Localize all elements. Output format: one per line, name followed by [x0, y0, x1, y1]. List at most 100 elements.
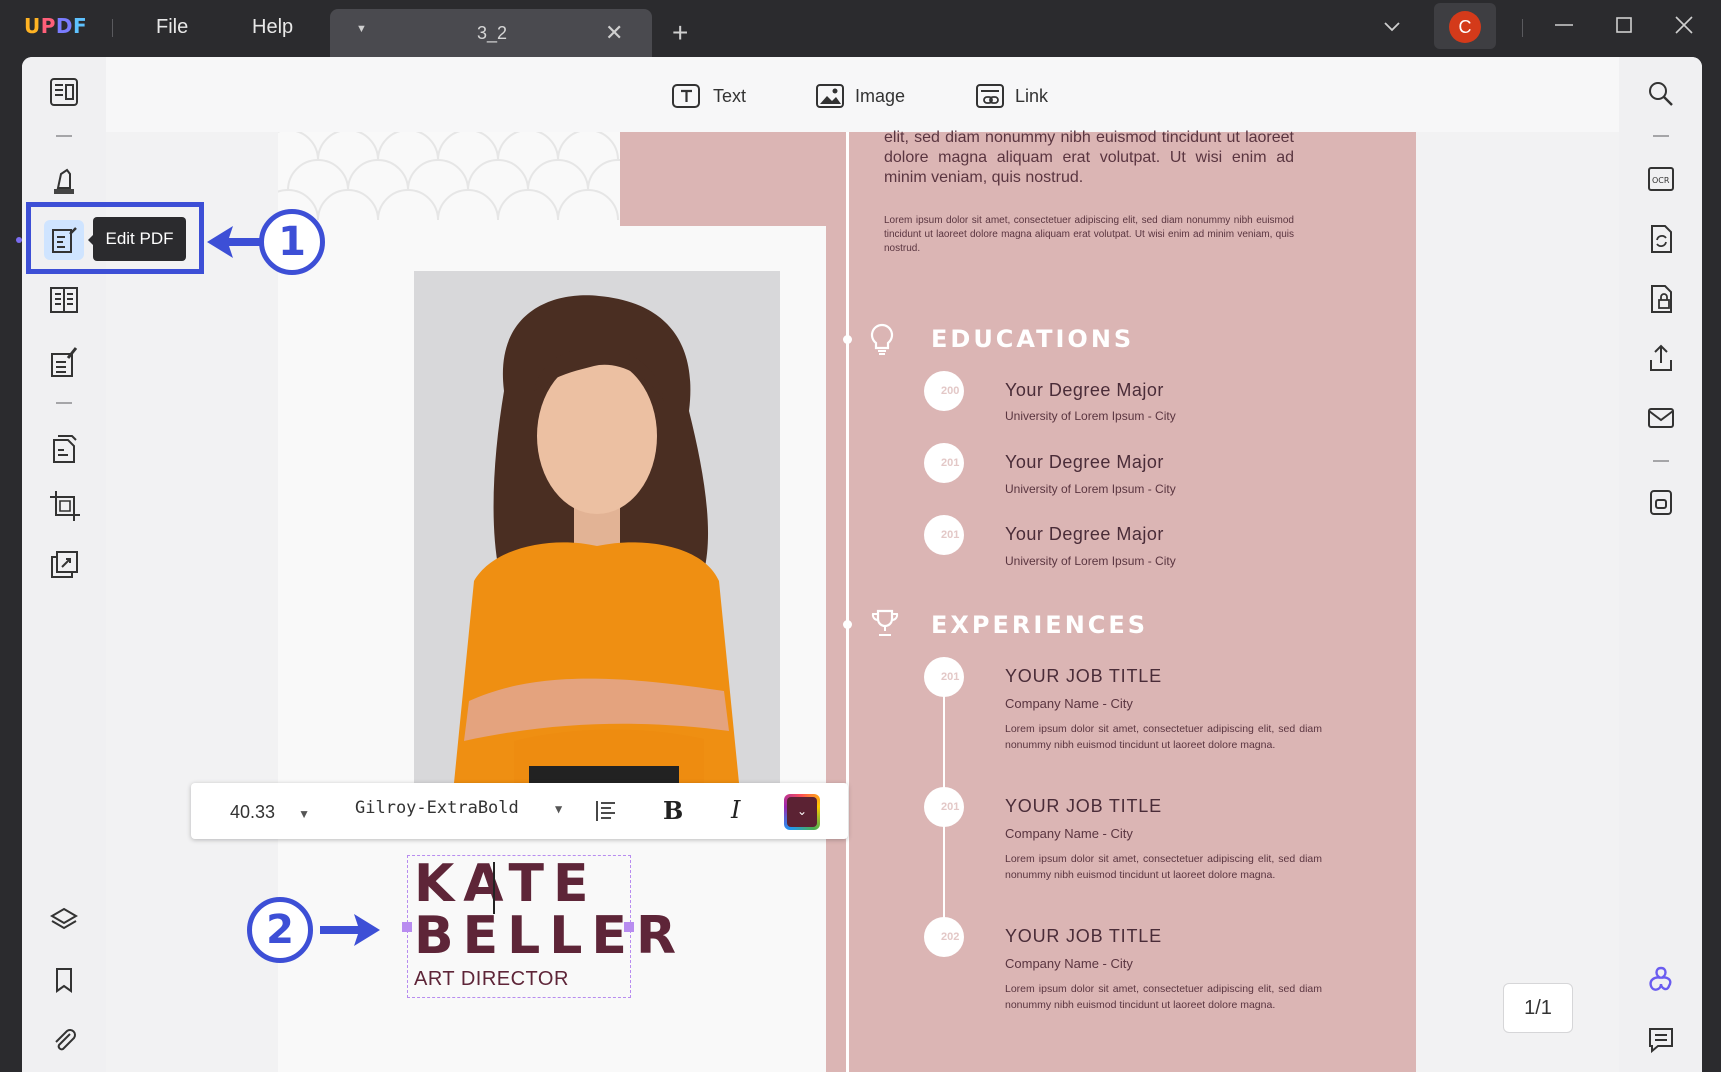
new-tab-button[interactable]: + — [672, 17, 688, 49]
experience-year: 201 — [924, 787, 964, 827]
right-sidebar — [1619, 57, 1702, 1072]
share-icon[interactable] — [1641, 338, 1681, 378]
font-family-select[interactable]: Gilroy-ExtraBold ▼ — [355, 798, 562, 818]
job-company: Company Name - City — [1005, 826, 1133, 841]
link-tool-label: Link — [1015, 85, 1049, 106]
education-title: Your Degree Major — [1005, 380, 1164, 400]
add-text-button[interactable]: Text — [671, 80, 746, 112]
intro-paragraph: elit, sed diam nonummy nibh euismod tinc… — [884, 129, 1294, 186]
font-color-picker[interactable]: ⌄ — [784, 794, 820, 830]
font-size-value: 40.33 — [230, 802, 276, 822]
reader-icon[interactable] — [44, 72, 84, 112]
experience-year: 201 — [924, 657, 964, 697]
job-title: YOUR JOB TITLE — [1005, 796, 1162, 816]
active-indicator — [16, 237, 22, 243]
add-link-button[interactable]: Link — [975, 80, 1048, 112]
sidebar-divider — [1653, 460, 1669, 462]
image-tool-icon — [816, 84, 844, 108]
title-separator — [112, 19, 113, 37]
align-left-icon[interactable] — [594, 798, 620, 829]
chevron-down-icon: ⌄ — [787, 797, 817, 827]
job-company: Company Name - City — [1005, 696, 1133, 711]
updf-logo: UPDF — [24, 14, 88, 38]
comment-highlighter-icon[interactable] — [44, 160, 84, 200]
ocr-icon[interactable]: OCR — [1641, 158, 1681, 198]
save-icon[interactable] — [1641, 482, 1681, 522]
search-icon[interactable] — [1641, 74, 1681, 114]
chevron-down-icon[interactable] — [1382, 16, 1402, 41]
education-school: University of Lorem Ipsum - City — [1005, 554, 1176, 568]
job-title: YOUR JOB TITLE — [1005, 666, 1162, 686]
fill-sign-icon[interactable] — [44, 342, 84, 382]
resume-role[interactable]: ART DIRECTOR — [414, 968, 569, 991]
organize-icon[interactable] — [44, 280, 84, 320]
resume-last-name[interactable]: BELLER — [414, 906, 685, 966]
lightbulb-icon — [868, 322, 896, 361]
text-tool-icon — [672, 84, 700, 108]
sidebar-divider — [56, 135, 72, 137]
tab-title: 3_2 — [477, 23, 508, 43]
email-icon[interactable] — [1641, 398, 1681, 438]
job-description: Lorem ipsum dolor sit amet, consectetuer… — [1005, 983, 1322, 1011]
education-school: University of Lorem Ipsum - City — [1005, 482, 1176, 496]
callout-number-1: 1 — [259, 209, 325, 275]
profile-photo[interactable] — [414, 271, 780, 783]
education-title: Your Degree Major — [1005, 524, 1164, 544]
edit-pdf-tooltip: Edit PDF — [93, 217, 186, 261]
link-tool-icon — [976, 84, 1004, 108]
education-year: 201 — [924, 515, 964, 555]
job-title: YOUR JOB TITLE — [1005, 926, 1162, 946]
callout-arrow-icon — [320, 910, 382, 955]
font-family-dropdown-icon[interactable]: ▼ — [555, 802, 562, 816]
font-size-dropdown-icon[interactable]: ▼ — [298, 807, 310, 821]
menu-file[interactable]: File — [156, 16, 188, 39]
educations-heading: EDUCATIONS — [931, 325, 1135, 353]
resume-first-name[interactable]: KATE — [414, 854, 598, 914]
job-company: Company Name - City — [1005, 956, 1133, 971]
pink-header-block — [620, 132, 826, 226]
window-close-icon[interactable] — [1673, 14, 1695, 41]
education-school: University of Lorem Ipsum - City — [1005, 409, 1176, 423]
convert-icon[interactable] — [44, 545, 84, 585]
timeline-dot — [843, 620, 852, 629]
education-year: 200 — [924, 371, 964, 411]
maximize-icon[interactable] — [1613, 14, 1635, 41]
education-year: 201 — [924, 443, 964, 483]
text-cursor — [493, 862, 495, 914]
timeline-divider — [846, 132, 849, 1072]
svg-text:OCR: OCR — [1652, 176, 1670, 185]
bold-button[interactable]: B — [663, 796, 683, 825]
resize-handle-left[interactable] — [402, 922, 412, 932]
font-size-select[interactable]: 40.33 ▼ — [230, 802, 310, 823]
ai-assistant-icon[interactable] — [1641, 960, 1681, 1000]
convert-pdf-icon[interactable] — [1641, 218, 1681, 258]
protect-icon[interactable] — [1641, 278, 1681, 318]
tab-dropdown-icon[interactable]: ▼ — [356, 23, 367, 35]
image-tool-label: Image — [855, 85, 906, 106]
scallop-pattern — [278, 132, 620, 226]
menu-help[interactable]: Help — [252, 16, 293, 39]
italic-button[interactable]: I — [731, 796, 740, 824]
summary-paragraph: Lorem ipsum dolor sit amet, consectetuer… — [884, 215, 1294, 254]
font-family-value: Gilroy-ExtraBold — [355, 798, 519, 818]
job-description: Lorem ipsum dolor sit amet, consectetuer… — [1005, 723, 1322, 751]
trophy-icon — [869, 607, 901, 644]
tab-close-icon[interactable]: ✕ — [605, 20, 623, 46]
comment-panel-icon[interactable] — [1641, 1020, 1681, 1060]
attachment-icon[interactable] — [44, 1020, 84, 1060]
callout-arrow-icon — [205, 222, 261, 267]
bookmark-icon[interactable] — [44, 960, 84, 1000]
page-indicator[interactable]: 1/1 — [1503, 983, 1573, 1033]
add-image-button[interactable]: Image — [815, 80, 905, 112]
layers-icon[interactable] — [44, 900, 84, 940]
sidebar-divider — [56, 402, 72, 404]
experiences-heading: EXPERIENCES — [931, 611, 1149, 639]
pages-icon[interactable] — [44, 428, 84, 468]
user-avatar[interactable]: C — [1449, 11, 1481, 43]
crop-icon[interactable] — [44, 485, 84, 525]
minimize-icon[interactable] — [1553, 14, 1575, 41]
sidebar-divider — [1653, 135, 1669, 137]
education-title: Your Degree Major — [1005, 452, 1164, 472]
experience-year: 202 — [924, 917, 964, 957]
title-separator — [1522, 19, 1523, 37]
